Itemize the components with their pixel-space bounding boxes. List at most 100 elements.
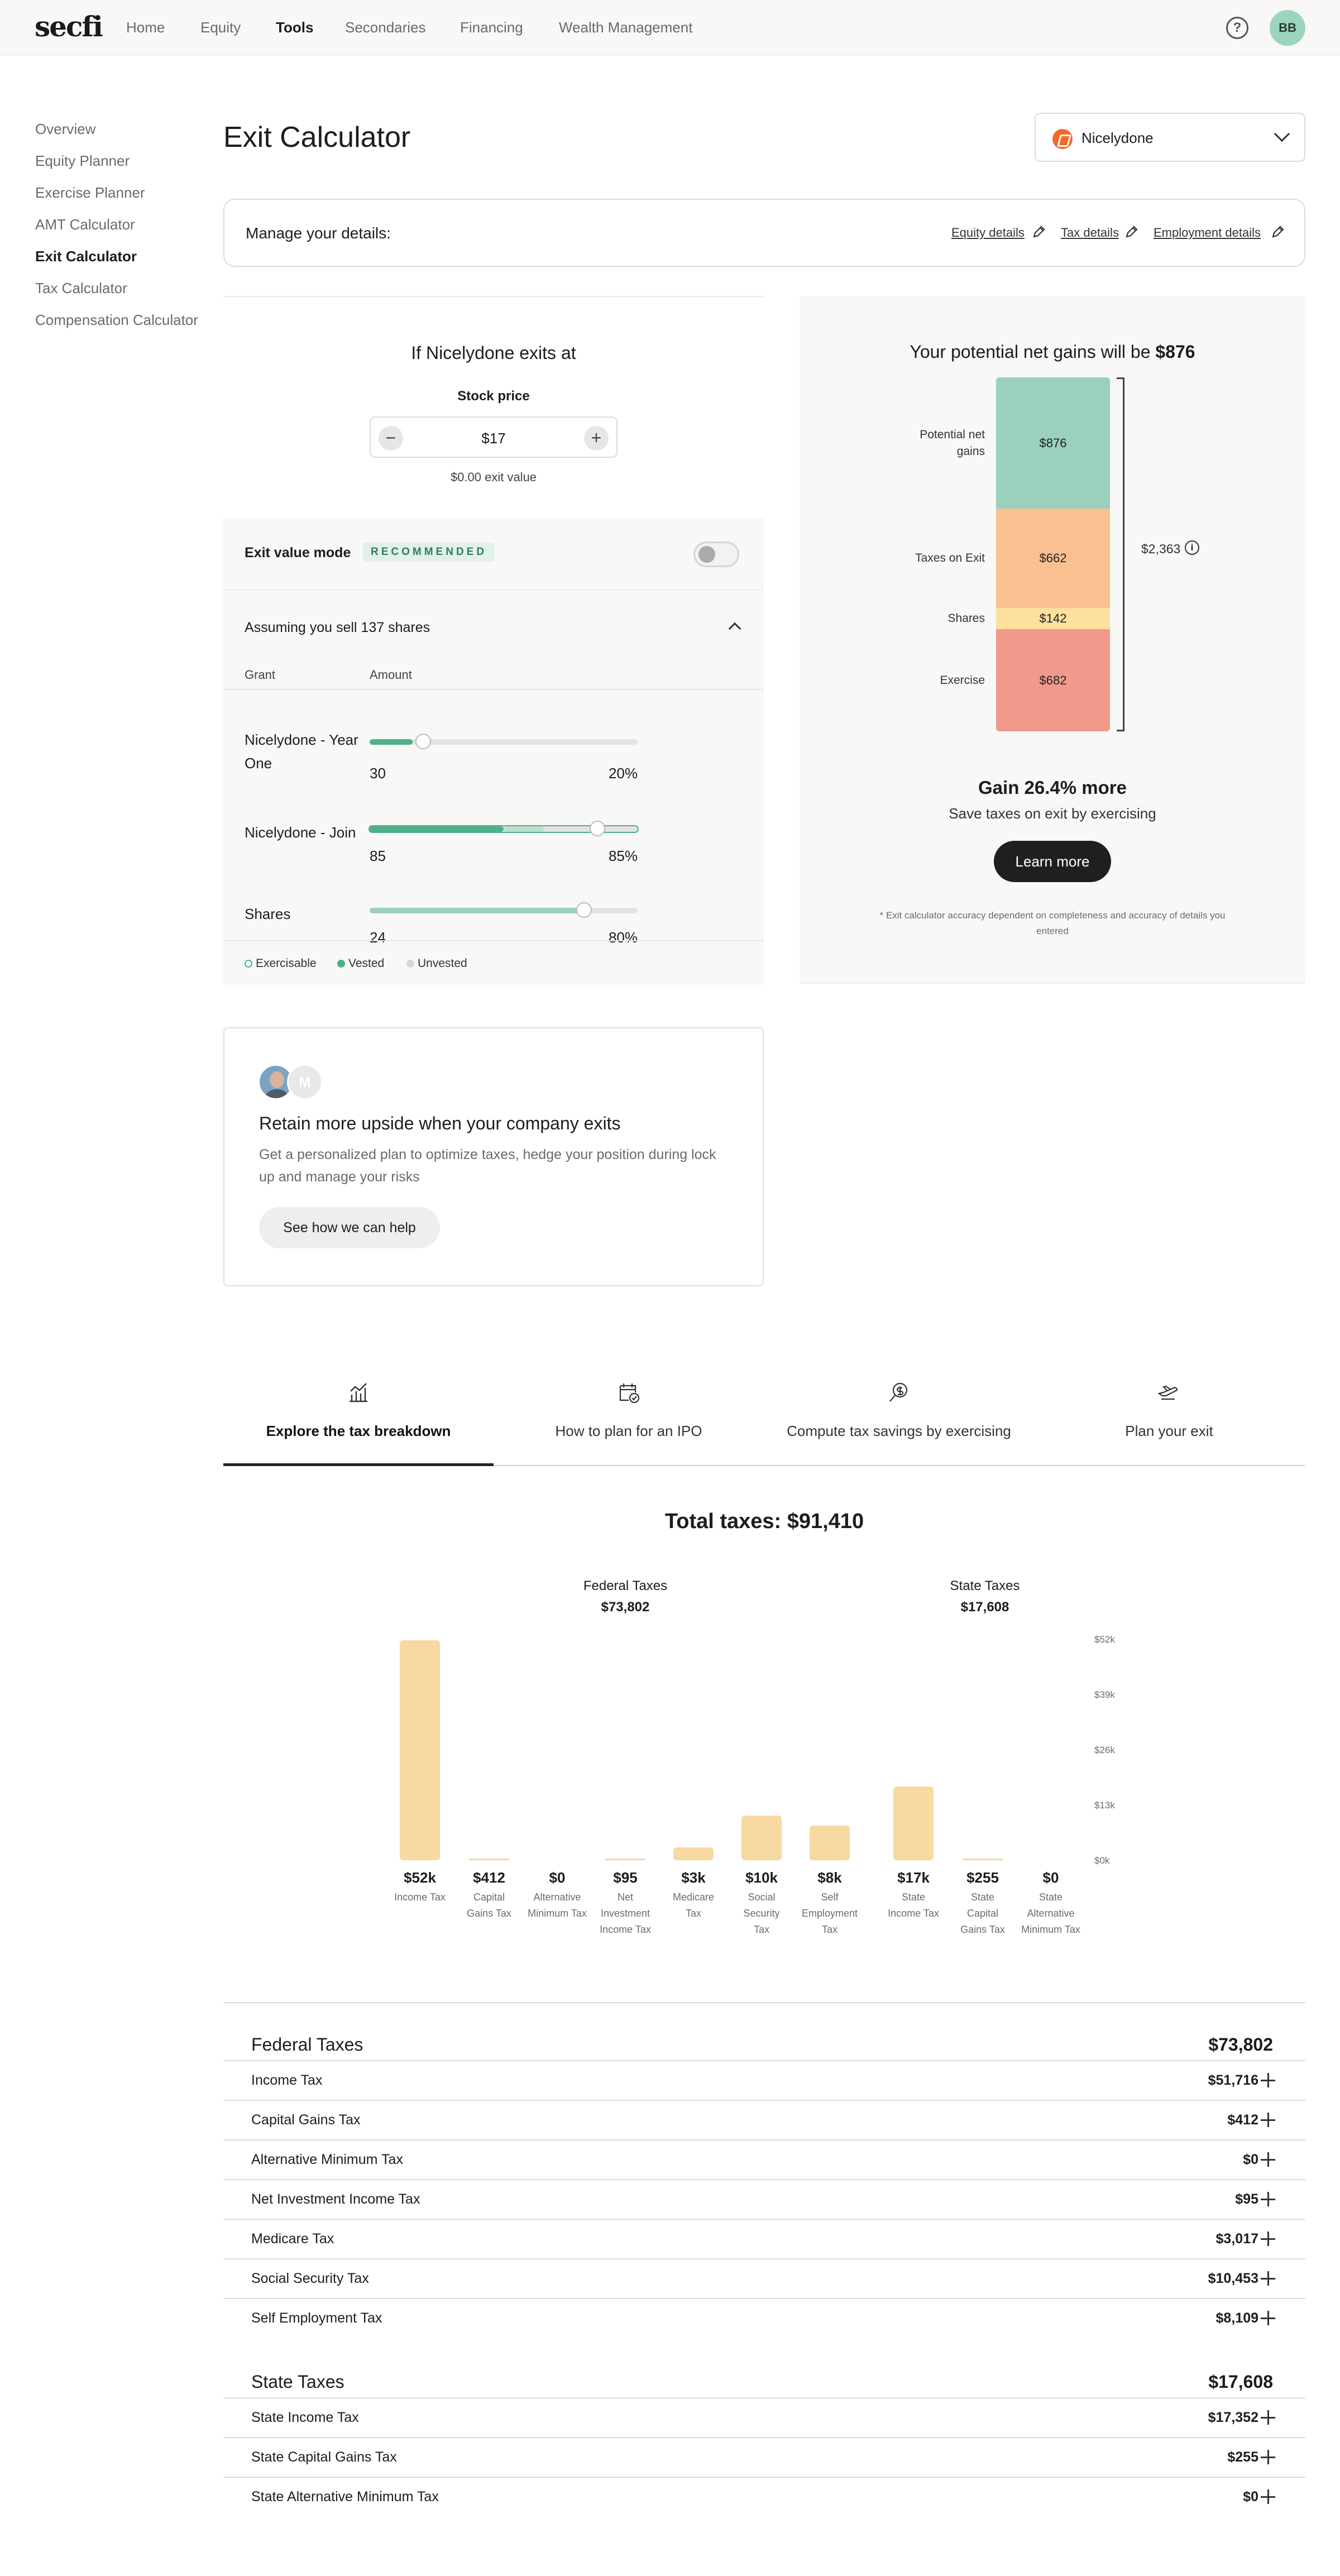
grant-legend: Exercisable Vested Unvested	[223, 940, 764, 985]
bar-category-label: Self Employment Tax	[802, 1892, 858, 1935]
tax-row-value: $3,017	[1215, 2231, 1258, 2247]
tax-row-value: $0	[1243, 2489, 1258, 2505]
company-logo-icon	[1052, 129, 1073, 149]
tax-row-name: Medicare Tax	[251, 2231, 334, 2247]
expand-plus-icon[interactable]	[1261, 2410, 1275, 2425]
expand-plus-icon[interactable]	[1261, 2271, 1275, 2286]
info-icon[interactable]: i	[1185, 540, 1199, 555]
expand-plus-icon[interactable]	[1261, 2192, 1275, 2206]
slider-knob[interactable]	[576, 902, 592, 918]
tab-compute-tax-savings[interactable]: Compute tax savings by exercising	[764, 1377, 1034, 1467]
page-title: Exit Calculator	[223, 121, 411, 154]
sidebar-item-exit-calculator[interactable]: Exit Calculator	[35, 248, 137, 265]
sidebar-item-tax-calculator[interactable]: Tax Calculator	[35, 280, 127, 297]
tab-label: Plan your exit	[1125, 1423, 1213, 1439]
net-gains-panel: Your potential net gains will be $876 $8…	[800, 296, 1305, 984]
bar-value-label: $95	[613, 1869, 637, 1886]
stock-price-value[interactable]: $17	[371, 430, 616, 447]
tab-plan-your-exit[interactable]: Plan your exit	[1034, 1377, 1304, 1467]
tax-bar[interactable]	[469, 1859, 509, 1860]
bar-category-label: Capital Gains Tax	[467, 1892, 511, 1919]
grant-amount: 30	[370, 765, 386, 782]
company-select[interactable]: Nicelydone	[1035, 113, 1305, 162]
grant-name: Shares	[245, 906, 291, 922]
secfi-logo[interactable]: secfi	[35, 10, 103, 43]
equity-details-link[interactable]: Equity details	[951, 226, 1025, 240]
sidebar-item-exercise-planner[interactable]: Exercise Planner	[35, 184, 145, 202]
chart-icon	[350, 1383, 367, 1402]
help-icon[interactable]: ?	[1226, 17, 1248, 39]
slider-knob[interactable]	[590, 821, 605, 836]
row-divider	[223, 2258, 1305, 2259]
nav-wealth-management[interactable]: Wealth Management	[559, 19, 692, 36]
exit-value-mode-toggle[interactable]	[693, 542, 739, 567]
decrement-button[interactable]: −	[379, 426, 403, 451]
expand-plus-icon[interactable]	[1261, 2232, 1275, 2246]
expand-plus-icon[interactable]	[1261, 2073, 1275, 2087]
expand-plus-icon[interactable]	[1261, 2113, 1275, 2127]
expand-plus-icon[interactable]	[1261, 2489, 1275, 2504]
search-dollar-icon	[889, 1382, 908, 1402]
grant-column-header: Grant	[245, 668, 276, 682]
tax-bar[interactable]	[963, 1859, 1003, 1860]
tax-bar[interactable]	[893, 1787, 934, 1860]
increment-button[interactable]: +	[584, 426, 609, 451]
nav-home[interactable]: Home	[126, 19, 165, 36]
tax-details-link[interactable]: Tax details	[1061, 226, 1119, 240]
sidebar-item-compensation-calculator[interactable]: Compensation Calculator	[35, 312, 198, 329]
nav-secondaries[interactable]: Secondaries	[345, 19, 426, 36]
gains-segment: $876	[996, 377, 1110, 509]
nav-equity[interactable]: Equity	[200, 19, 241, 36]
chevron-up-icon[interactable]	[728, 622, 741, 635]
pencil-icon[interactable]	[1032, 224, 1046, 239]
expand-plus-icon[interactable]	[1261, 2311, 1275, 2325]
sidebar-item-overview[interactable]: Overview	[35, 121, 95, 138]
learn-more-button[interactable]: Learn more	[994, 841, 1111, 882]
nav-tools[interactable]: Tools	[276, 19, 313, 36]
tax-bar[interactable]	[400, 1640, 440, 1860]
sidebar-item-amt-calculator[interactable]: AMT Calculator	[35, 216, 135, 233]
grants-section: Assuming you sell 137 shares Grant Amoun…	[223, 591, 764, 985]
sidebar-item-equity-planner[interactable]: Equity Planner	[35, 152, 130, 170]
legend-label: Unvested	[418, 957, 467, 970]
tab-explore-tax-breakdown[interactable]: Explore the tax breakdown	[223, 1377, 494, 1467]
user-avatar[interactable]: BB	[1270, 10, 1305, 46]
y-tick-label: $13k	[1094, 1800, 1115, 1811]
bar-category-label: Medicare Tax	[673, 1892, 714, 1919]
stock-price-stepper[interactable]: $17 − +	[370, 416, 618, 458]
tax-bar[interactable]	[673, 1847, 714, 1860]
grant-slider[interactable]	[368, 821, 639, 836]
gains-segment-label: Potential net gains	[920, 428, 985, 458]
legend-unvested: Unvested	[406, 957, 467, 970]
pencil-icon[interactable]	[1271, 224, 1285, 239]
see-how-we-can-help-button[interactable]: See how we can help	[259, 1207, 440, 1248]
pencil-icon[interactable]	[1124, 224, 1139, 239]
manage-details-bar: Manage your details: Equity details Tax …	[223, 199, 1305, 267]
manage-label: Manage your details:	[246, 224, 391, 242]
nav-financing[interactable]: Financing	[460, 19, 523, 36]
gains-segment: $682	[996, 629, 1110, 731]
expand-plus-icon[interactable]	[1261, 2450, 1275, 2464]
upsell-card: M Retain more upside when your company e…	[223, 1027, 764, 1286]
employment-details-link[interactable]: Employment details	[1154, 226, 1261, 240]
total-amount: $2,363	[1141, 542, 1181, 556]
shares-sold-summary[interactable]: Assuming you sell 137 shares	[245, 620, 430, 636]
tab-plan-ipo[interactable]: How to plan for an IPO	[494, 1377, 764, 1467]
grant-slider[interactable]	[370, 734, 638, 749]
slider-knob[interactable]	[415, 734, 431, 749]
gain-headline: Gain 26.4% more	[978, 777, 1127, 798]
recommended-badge: RECOMMENDED	[363, 543, 495, 562]
tax-row-value: $51,716	[1208, 2072, 1258, 2088]
bar-category-label: State Capital Gains Tax	[960, 1892, 1005, 1935]
tax-bar[interactable]	[605, 1859, 645, 1860]
legend-label: Exercisable	[256, 957, 317, 970]
federal-taxes-title: Federal Taxes	[251, 2034, 363, 2055]
state-group-header: State Taxes $17,608	[901, 1576, 1069, 1618]
vested-fill	[370, 908, 584, 913]
amount-column-header: Amount	[370, 668, 412, 682]
gains-segment-label: Shares	[947, 612, 985, 625]
expand-plus-icon[interactable]	[1261, 2152, 1275, 2167]
tax-bar[interactable]	[810, 1826, 850, 1860]
grant-slider[interactable]	[370, 902, 638, 918]
tax-bar[interactable]	[741, 1816, 782, 1860]
